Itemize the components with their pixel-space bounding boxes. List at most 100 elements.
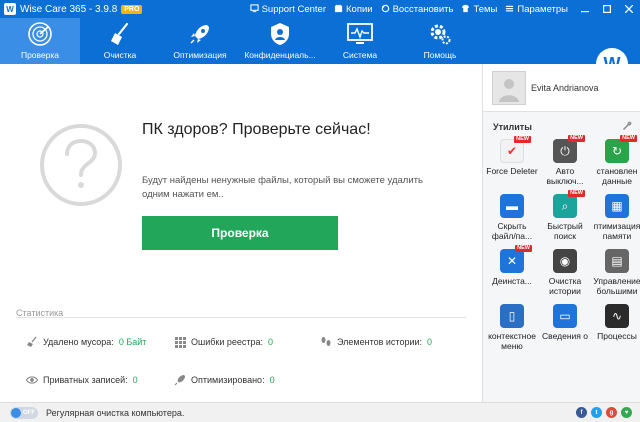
tool-label: Управление большими [593,276,640,296]
settings-link[interactable]: Параметры [505,4,568,15]
footprint-icon [320,336,332,348]
tab-optimize[interactable]: Оптимизация [160,18,240,64]
stat-registry-value: 0 [268,337,274,347]
wrench-icon[interactable] [622,121,632,134]
auto-clean-toggle[interactable]: OFF [10,406,38,419]
support-center-label: Support Center [261,3,327,15]
rocket-icon [185,21,215,47]
stat-private-value: 0 [132,375,138,385]
new-badge: NEW [568,135,585,142]
user-profile[interactable]: Evita Andrianova [483,64,640,112]
restore-icon [381,4,390,15]
utilities-title: Утилиты [493,122,532,132]
tab-help[interactable]: Помощь [400,18,480,64]
broom-small-icon [26,336,38,348]
support-center-link[interactable]: Support Center [249,3,327,15]
new-badge: NEW [514,136,531,143]
tab-clean[interactable]: Очистка [80,18,160,64]
settings-label: Параметры [517,3,568,15]
like-icon[interactable]: ♥ [621,407,632,418]
pro-badge: PRO [121,4,143,14]
tool-folder[interactable]: ▬ Скрыть файл/па... [486,194,538,241]
window-controls [574,0,640,18]
tool-label: контекстное меню [488,331,536,351]
stat-history-label: Элементов истории: [337,337,423,347]
memory-icon: ▦ [605,194,629,218]
shirt-icon [461,4,470,15]
mouse-icon: ▯ [500,304,524,328]
stat-junk-value: 0 Байт [118,337,147,347]
tool-mouse[interactable]: ▯ контекстное меню [486,304,538,351]
main-nav: Проверка Очистка Оптимизация Конфиденциа… [0,18,640,80]
power-icon: ⏻ NEW [553,135,585,163]
close-button[interactable] [618,0,640,18]
themes-link[interactable]: Темы [461,4,497,15]
tool-force-deleter[interactable]: ✔ NEW Force Deleter [486,136,538,176]
tool-label: Очистка истории [548,276,582,296]
minimize-icon [581,11,589,13]
tool-system-info[interactable]: ▭ Сведения о [539,304,591,341]
status-bar: OFF Регулярная очистка компьютера. f t g ♥ [0,402,640,422]
facebook-icon[interactable]: f [576,407,587,418]
process-icon: ∿ [605,304,629,328]
stats-divider [16,317,466,318]
tab-clean-label: Очистка [103,50,137,60]
tab-help-label: Помощь [423,50,457,60]
social-links: f t g ♥ [576,407,632,418]
broom-icon [105,21,135,47]
tool-recover[interactable]: ↻ NEW становлен данные [591,135,640,186]
recover-icon: ↻ NEW [605,135,637,163]
scan-description: Будут найдены ненужные файлы, который вы… [142,175,423,200]
tool-eye-off[interactable]: ◉ Очистка истории [539,249,591,296]
scan-button[interactable]: Проверка [142,216,338,250]
uninstall-icon: ✕ NEW [500,245,532,273]
monitor-icon [345,21,375,47]
shield-icon [265,21,295,47]
tool-uninstall[interactable]: ✕ NEW Деинста... [486,245,538,286]
tool-label: Деинста... [492,276,532,286]
tab-system-label: Система [342,50,378,60]
tool-process[interactable]: ∿ Процессы [591,304,640,341]
tab-system[interactable]: Система [320,18,400,64]
stat-junk-label: Удалено мусора: [43,337,114,347]
close-icon [625,5,633,13]
tool-label: птимизация памяти [593,221,640,241]
gear-icon [425,21,455,47]
stat-junk-removed: Удалено мусора: 0 Байт [26,336,146,348]
tool-label: Авто выключ... [546,166,584,186]
tool-big-files[interactable]: ▤ Управление большими [591,249,640,296]
backups-label: Копии [346,3,373,15]
themes-label: Темы [473,3,498,15]
new-badge: NEW [515,245,532,252]
page-title: ПК здоров? Проверьте сейчас! [142,121,371,138]
tool-memory[interactable]: ▦ птимизация памяти [591,194,640,241]
stat-history-value: 0 [427,337,433,347]
menu-icon [505,4,514,15]
tool-power[interactable]: ⏻ NEW Авто выключ... [539,135,591,186]
tab-scan[interactable]: Проверка [0,18,80,64]
twitter-icon[interactable]: t [591,407,602,418]
title-bar: W Wise Care 365 - 3.9.8 PRO Support Cent… [0,0,640,18]
minimize-button[interactable] [574,0,596,18]
support-icon [249,3,259,15]
stat-registry-errors: Ошибки реестра: 0 [174,336,273,348]
app-title: Wise Care 365 - 3.9.8 [20,3,118,15]
restore-link[interactable]: Восстановить [381,4,453,15]
backups-link[interactable]: Копии [334,4,373,15]
folder-icon: ▬ [500,194,524,218]
stat-private-label: Приватных записей: [43,375,128,385]
grid-icon [174,336,186,348]
stat-optimized-label: Оптимизировано: [191,375,265,385]
google-plus-icon[interactable]: g [606,407,617,418]
toggle-knob [11,407,21,418]
tab-privacy[interactable]: Конфиденциаль... [240,18,320,64]
tool-search[interactable]: ⌕ NEW Быстрый поиск [539,190,591,241]
new-badge: NEW [620,135,637,142]
tool-label: Процессы [597,331,637,341]
maximize-button[interactable] [596,0,618,18]
tab-scan-label: Проверка [20,50,60,60]
tab-privacy-label: Конфиденциаль... [244,50,316,60]
right-panel: Evita Andrianova Утилиты ✔ NEW Force Delet… [482,64,640,402]
tool-label: Быстрый поиск [547,221,583,241]
search-icon: ⌕ NEW [553,190,585,218]
